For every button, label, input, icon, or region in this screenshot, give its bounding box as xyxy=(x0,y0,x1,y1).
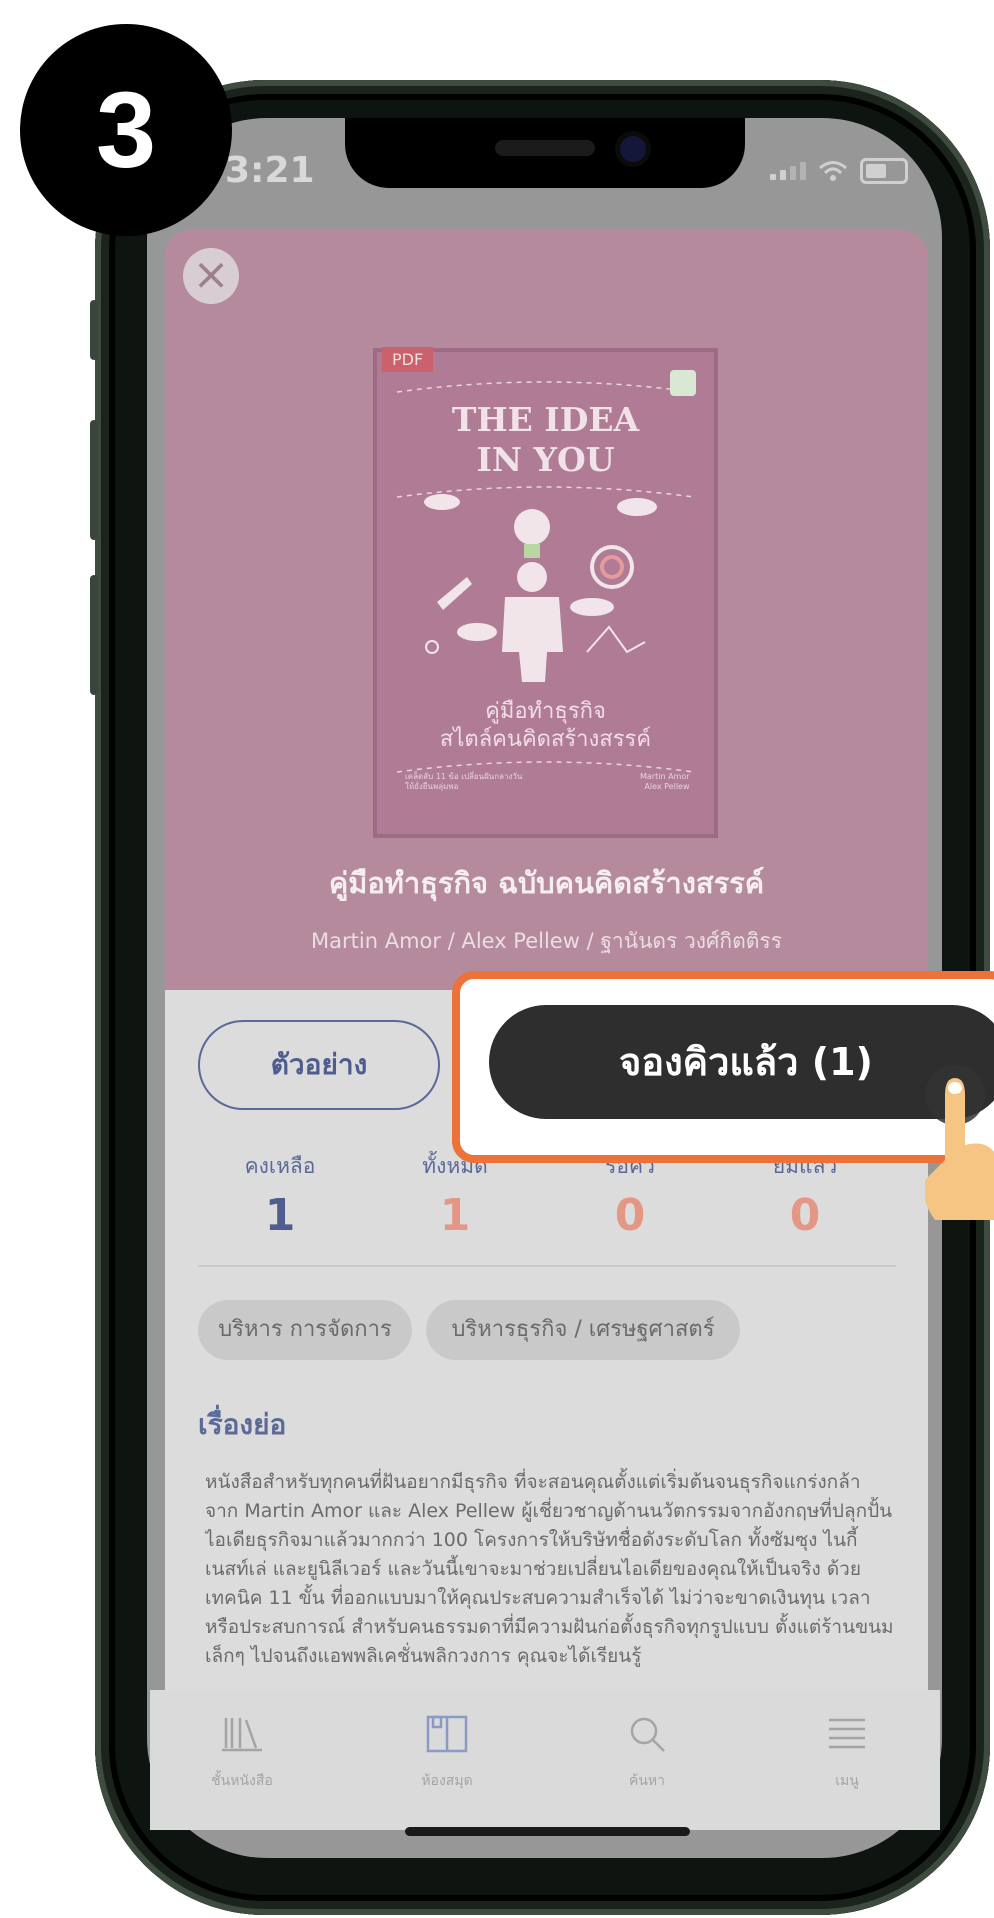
tab-label: ห้องสมุด xyxy=(421,1773,473,1789)
synopsis-text: หนังสือสำหรับทุกคนที่ฝันอยากมีธุรกิจ ที่… xyxy=(205,1471,894,1667)
tap-pointer-icon xyxy=(925,1065,994,1220)
cover-tagline-line2: ให้ยั่งยืนพลุ่มพอ xyxy=(405,782,459,791)
search-icon xyxy=(630,1717,665,1752)
book-title: คู่มือทำธุรกิจ ฉบับคนคิดสร้างสรรค์ xyxy=(328,866,765,900)
cover-subtitle: คู่มือทำธุรกิจ สไตล์คนคิดสร้างสรรค์ xyxy=(373,698,718,754)
home-indicator xyxy=(405,1827,690,1836)
pdf-format-badge: PDF xyxy=(382,347,434,372)
reserved-queue-button[interactable]: จองคิวแล้ว (1) xyxy=(489,1005,994,1119)
tab-bookshelf[interactable]: ชั้นหนังสือ xyxy=(182,1710,302,1792)
certified-icon xyxy=(670,370,696,396)
cover-author-1: Martin Amor xyxy=(640,772,690,781)
category-tag[interactable]: บริหารธุรกิจ / เศรษฐศาสตร์ xyxy=(426,1300,740,1360)
tab-label: ค้นหา xyxy=(628,1773,666,1789)
tab-search[interactable]: ค้นหา xyxy=(587,1710,707,1792)
cover-title: THE IDEA IN YOU xyxy=(373,400,718,480)
tab-label: ชั้นหนังสือ xyxy=(211,1773,273,1789)
stat-value-borrowed: 0 xyxy=(789,1190,821,1241)
close-icon: × xyxy=(192,249,230,300)
phone-volume-up xyxy=(90,420,98,540)
stat-label-remaining: คงเหลือ xyxy=(244,1154,316,1178)
cover-subtitle-line2: สไตล์คนคิดสร้างสรรค์ xyxy=(439,727,652,752)
phone-volume-down xyxy=(90,575,98,695)
battery-icon xyxy=(860,158,908,184)
stat-value-total: 1 xyxy=(439,1190,471,1241)
category-tag[interactable]: บริหาร การจัดการ xyxy=(198,1300,412,1360)
status-icons xyxy=(770,158,908,184)
status-time: 3:21 xyxy=(225,150,315,191)
menu-icon xyxy=(829,1718,865,1749)
cover-subtitle-line1: คู่มือทำธุรกิจ xyxy=(485,699,606,724)
tab-label: เมนู xyxy=(835,1773,859,1789)
step-number-badge: 3 xyxy=(20,24,232,236)
divider xyxy=(198,1265,896,1267)
book-authors: Martin Amor / Alex Pellew / ฐานันดร วงศ์… xyxy=(311,929,782,953)
stat-value-remaining: 1 xyxy=(264,1190,296,1241)
stat-value-queue: 0 xyxy=(614,1190,646,1241)
close-button[interactable]: × xyxy=(183,248,239,304)
cover-author-2: Alex Pellew xyxy=(644,782,690,791)
cover-tagline: เคล็ดลับ 11 ข้อ เปลี่ยนฝันกลางวัน ให้ยั่… xyxy=(405,772,522,792)
cover-title-line2: IN YOU xyxy=(476,440,615,479)
signal-icon xyxy=(770,162,806,180)
phone-mute-switch xyxy=(90,300,98,360)
sample-button[interactable]: ตัวอย่าง xyxy=(198,1020,440,1110)
cover-authors: Martin Amor Alex Pellew xyxy=(640,772,690,792)
library-book-icon xyxy=(426,1715,468,1753)
tab-menu[interactable]: เมนู xyxy=(787,1710,907,1792)
synopsis-heading: เรื่องย่อ xyxy=(198,1408,287,1441)
tab-library[interactable]: ห้องสมุด xyxy=(387,1710,507,1792)
wifi-icon xyxy=(819,161,847,181)
front-camera xyxy=(620,136,646,162)
cover-tagline-line1: เคล็ดลับ 11 ข้อ เปลี่ยนฝันกลางวัน xyxy=(405,772,523,781)
speaker-grill xyxy=(495,140,595,156)
cover-title-line1: THE IDEA xyxy=(451,400,640,439)
bookshelf-icon xyxy=(222,1718,262,1752)
